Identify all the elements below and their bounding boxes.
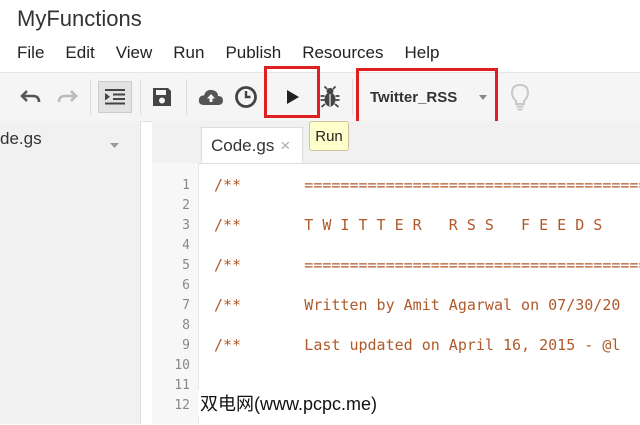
menu-bar: File Edit View Run Publish Resources Hel… [17, 43, 460, 63]
function-select-highlight-box [356, 68, 498, 124]
line-number: 8 [182, 318, 190, 333]
undo-button[interactable] [18, 81, 44, 113]
chevron-down-icon [110, 143, 119, 148]
menu-help[interactable]: Help [404, 43, 439, 63]
save-button[interactable] [148, 81, 176, 113]
sidebar-file-item[interactable]: de.gs [0, 129, 140, 159]
redo-button[interactable] [54, 81, 80, 113]
code-line: /** ====================================… [214, 176, 640, 194]
menu-resources[interactable]: Resources [302, 43, 383, 63]
tab-code-gs[interactable]: Code.gs × [201, 127, 303, 164]
menu-run[interactable]: Run [173, 43, 204, 63]
bug-icon [320, 86, 340, 108]
cloud-upload-icon [198, 89, 223, 105]
menu-file[interactable]: File [17, 43, 44, 63]
line-number: 3 [182, 218, 190, 233]
line-number: 7 [182, 298, 190, 313]
tab-close-icon[interactable]: × [280, 136, 290, 156]
line-number: 2 [182, 198, 190, 213]
lightbulb-icon [510, 83, 530, 111]
line-number: 11 [174, 378, 190, 393]
line-number: 1 [182, 178, 190, 193]
line-number: 10 [174, 358, 190, 373]
run-tooltip: Run [309, 121, 349, 151]
suggestion-bulb-button[interactable] [506, 81, 534, 113]
triggers-button[interactable] [232, 81, 260, 113]
undo-icon [20, 90, 41, 103]
menu-edit[interactable]: Edit [65, 43, 94, 63]
save-icon [153, 88, 171, 106]
code-line: /** Last updated on April 16, 2015 - @l [214, 336, 621, 354]
publish-cloud-button[interactable] [196, 81, 226, 113]
watermark-text: 双电网(www.pcpc.me) [198, 390, 380, 416]
indent-icon [105, 89, 125, 105]
menu-view[interactable]: View [116, 43, 153, 63]
debug-button[interactable] [316, 81, 344, 113]
line-number: 6 [182, 278, 190, 293]
run-highlight-box [264, 66, 320, 118]
app-title: MyFunctions [17, 6, 142, 31]
tab-label: Code.gs [211, 136, 275, 155]
line-number: 5 [182, 258, 190, 273]
code-line: /** ====================================… [214, 256, 640, 274]
line-number: 4 [182, 238, 190, 253]
menu-publish[interactable]: Publish [225, 43, 281, 63]
clock-icon [235, 86, 257, 108]
line-number: 9 [182, 338, 190, 353]
redo-icon [57, 90, 78, 103]
code-editor[interactable] [152, 163, 640, 425]
code-line: /** T W I T T E R R S S F E E D S [214, 216, 603, 234]
toolbar [0, 72, 640, 122]
code-line: /** Written by Amit Agarwal on 07/30/20 [214, 296, 621, 314]
line-number: 12 [174, 398, 190, 413]
indent-button[interactable] [98, 81, 132, 113]
file-sidebar: de.gs [0, 121, 141, 424]
sidebar-file-label: de.gs [0, 129, 42, 148]
